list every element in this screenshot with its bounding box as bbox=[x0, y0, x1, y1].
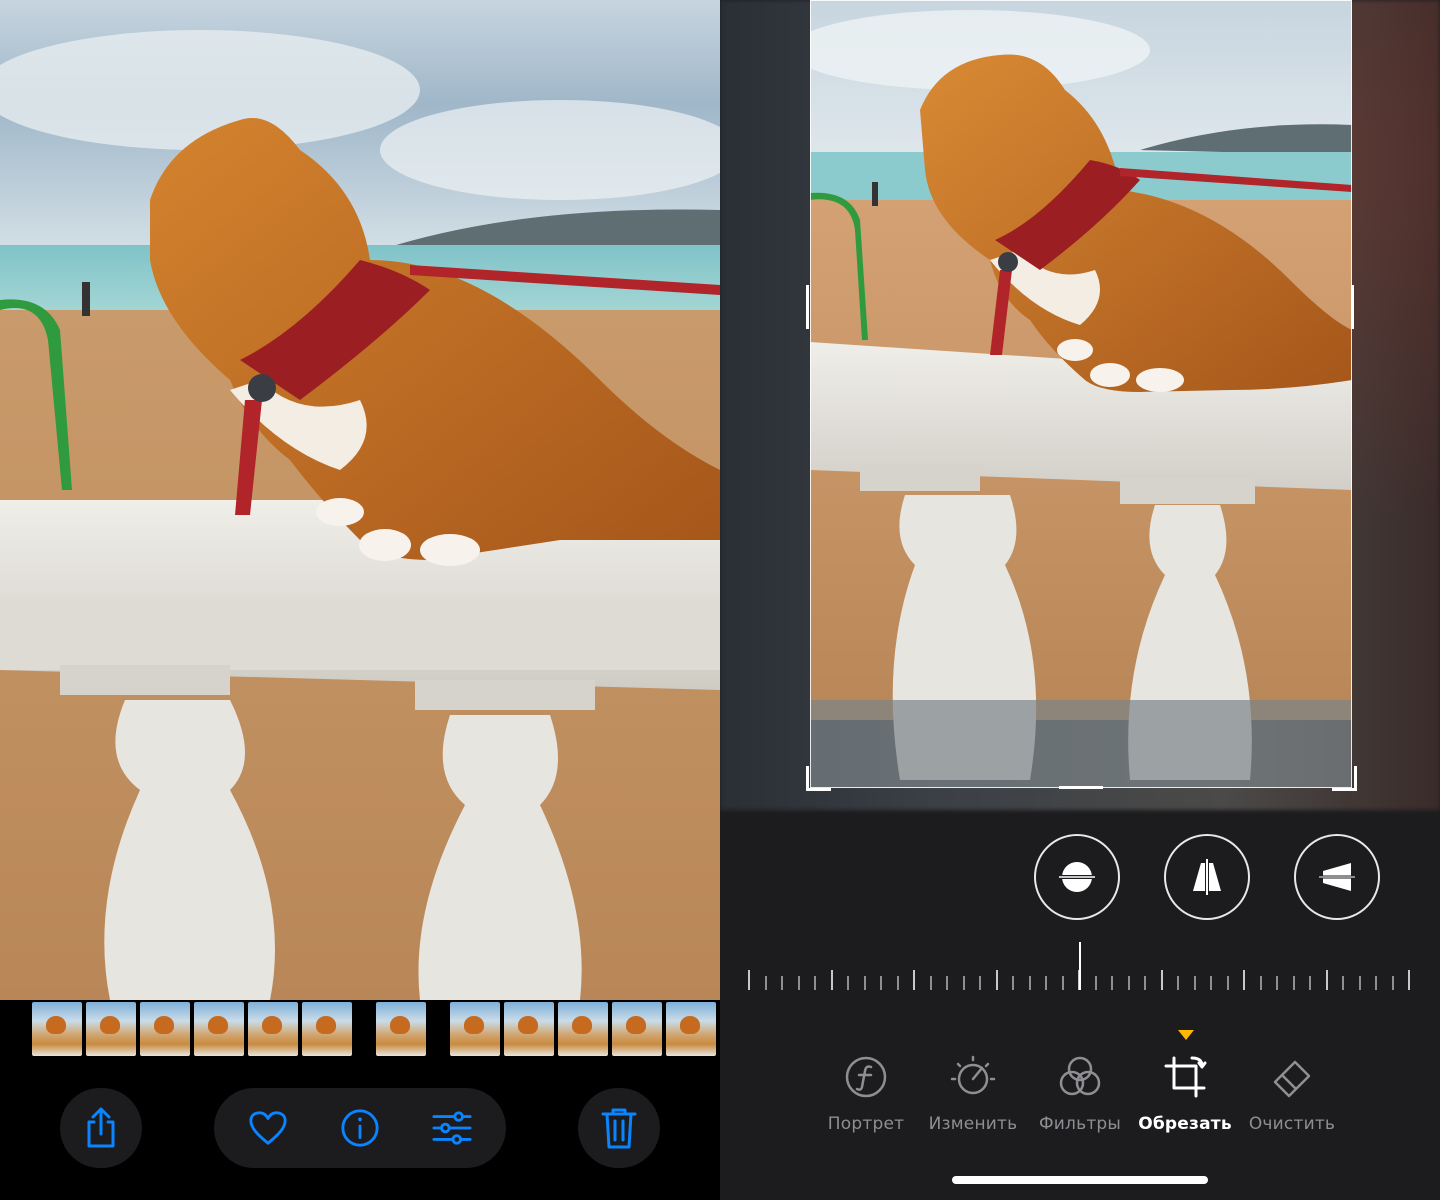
ruler-tick bbox=[1194, 976, 1196, 990]
ruler-tick bbox=[1359, 976, 1361, 990]
ruler-tick bbox=[1210, 976, 1212, 990]
ruler-tick bbox=[1012, 976, 1014, 990]
crop-handle-bottom-left[interactable] bbox=[806, 766, 831, 791]
tool-portrait[interactable]: Портрет bbox=[811, 1052, 921, 1134]
ruler-tick bbox=[1161, 970, 1163, 990]
share-icon bbox=[81, 1107, 121, 1148]
ruler-tick bbox=[781, 976, 783, 990]
ruler-tick bbox=[1227, 976, 1229, 990]
ruler-tick bbox=[1408, 970, 1410, 990]
delete-button[interactable] bbox=[578, 1088, 660, 1168]
ruler-tick bbox=[831, 970, 833, 990]
ruler-tick bbox=[1392, 976, 1394, 990]
thumbnail[interactable] bbox=[504, 1002, 554, 1056]
angle-ruler[interactable] bbox=[748, 942, 1412, 996]
home-indicator bbox=[952, 1176, 1208, 1184]
thumbnail[interactable] bbox=[558, 1002, 608, 1056]
ruler-tick bbox=[1293, 976, 1295, 990]
share-button[interactable] bbox=[60, 1088, 142, 1168]
horizontal-perspective-button[interactable] bbox=[1294, 834, 1380, 920]
ruler-tick bbox=[1128, 976, 1130, 990]
thumbnail[interactable] bbox=[666, 1002, 716, 1056]
sliders-icon[interactable] bbox=[432, 1108, 472, 1148]
heart-icon[interactable] bbox=[248, 1108, 288, 1148]
tool-label: Портрет bbox=[827, 1114, 905, 1134]
ruler-tick bbox=[1045, 976, 1047, 990]
crop-photo-preview[interactable] bbox=[810, 0, 1352, 788]
portrait-f-icon bbox=[841, 1052, 891, 1102]
filters-icon bbox=[1055, 1052, 1105, 1102]
tool-label: Очистить bbox=[1248, 1114, 1336, 1134]
photo-editor-pane: Портрет Изменить Фильтры Обрезать Очисти… bbox=[720, 0, 1440, 1200]
thumbnail[interactable] bbox=[140, 1002, 190, 1056]
thumbnail[interactable] bbox=[32, 1002, 82, 1056]
tool-cleanup[interactable]: Очистить bbox=[1237, 1052, 1347, 1134]
ruler-tick bbox=[798, 976, 800, 990]
crop-frame bbox=[810, 0, 1352, 788]
thumbnail[interactable] bbox=[612, 1002, 662, 1056]
crop-handle-right[interactable] bbox=[1351, 285, 1354, 329]
ruler-tick bbox=[913, 970, 915, 990]
tool-crop[interactable]: Обрезать bbox=[1130, 1052, 1240, 1134]
ruler-tick bbox=[1177, 976, 1179, 990]
main-photo[interactable] bbox=[0, 0, 720, 1075]
thumbnail[interactable] bbox=[450, 1002, 500, 1056]
straighten-icon bbox=[1057, 862, 1097, 892]
ruler-tick bbox=[1326, 970, 1328, 990]
ruler-tick bbox=[996, 970, 998, 990]
tool-label: Обрезать bbox=[1138, 1114, 1232, 1134]
straighten-button[interactable] bbox=[1034, 834, 1120, 920]
thumbnail[interactable] bbox=[302, 1002, 352, 1056]
vertical-perspective-icon bbox=[1193, 859, 1221, 895]
tool-label: Фильтры bbox=[1038, 1114, 1122, 1134]
adjust-dial-icon bbox=[948, 1052, 998, 1102]
ruler-center-marker bbox=[1079, 942, 1081, 990]
viewer-toolbar bbox=[0, 1072, 720, 1200]
ruler-tick bbox=[1309, 976, 1311, 990]
ruler-tick bbox=[814, 976, 816, 990]
ruler-tick bbox=[897, 976, 899, 990]
ruler-tick bbox=[1111, 976, 1113, 990]
ruler-tick bbox=[930, 976, 932, 990]
crop-handle-left[interactable] bbox=[806, 285, 809, 329]
ruler-tick bbox=[847, 976, 849, 990]
trash-icon bbox=[599, 1108, 639, 1149]
ruler-tick bbox=[765, 976, 767, 990]
ruler-tick bbox=[1342, 976, 1344, 990]
ruler-tick bbox=[979, 976, 981, 990]
triangle-down-icon bbox=[1178, 1030, 1194, 1040]
ruler-tick bbox=[1243, 970, 1245, 990]
tool-filters[interactable]: Фильтры bbox=[1025, 1052, 1135, 1134]
eraser-icon bbox=[1267, 1052, 1317, 1102]
crop-handle-bottom-right[interactable] bbox=[1332, 766, 1357, 791]
ruler-tick bbox=[1062, 976, 1064, 990]
ruler-tick bbox=[880, 976, 882, 990]
ruler-tick bbox=[864, 976, 866, 990]
ruler-tick bbox=[963, 976, 965, 990]
crop-rotate-icon bbox=[1160, 1052, 1210, 1102]
ruler-tick bbox=[1029, 976, 1031, 990]
info-icon[interactable] bbox=[340, 1108, 380, 1148]
ruler-tick bbox=[748, 970, 750, 990]
ruler-tick bbox=[1276, 976, 1278, 990]
tool-adjust[interactable]: Изменить bbox=[918, 1052, 1028, 1134]
thumbnail[interactable] bbox=[86, 1002, 136, 1056]
ruler-tick bbox=[1260, 976, 1262, 990]
crop-handle-bottom[interactable] bbox=[1059, 786, 1103, 789]
horizontal-perspective-icon bbox=[1319, 863, 1355, 891]
tool-label: Изменить bbox=[928, 1114, 1018, 1134]
thumbnail[interactable] bbox=[194, 1002, 244, 1056]
ruler-tick bbox=[946, 976, 948, 990]
ruler-tick bbox=[1375, 976, 1377, 990]
thumbnail-strip[interactable] bbox=[0, 998, 720, 1060]
vertical-perspective-button[interactable] bbox=[1164, 834, 1250, 920]
photo-viewer-pane bbox=[0, 0, 720, 1200]
ruler-tick bbox=[1144, 976, 1146, 990]
actions-group bbox=[214, 1088, 506, 1168]
ruler-tick bbox=[1095, 976, 1097, 990]
thumbnail[interactable] bbox=[248, 1002, 298, 1056]
thumbnail-selected[interactable] bbox=[376, 1002, 426, 1056]
